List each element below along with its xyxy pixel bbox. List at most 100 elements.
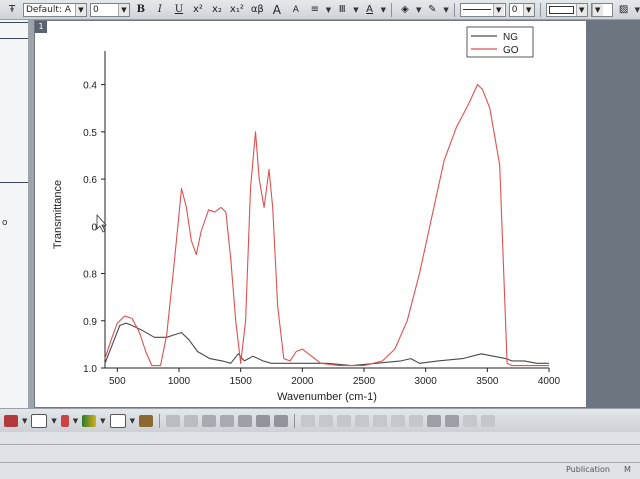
chevron-down-icon: ▼ <box>591 3 603 16</box>
align-center-icon[interactable] <box>318 414 333 427</box>
chevron-down-icon: ▼ <box>492 3 504 16</box>
y-tick-label: 1.0 <box>83 364 97 375</box>
ftir-chart: 500 1000 1500 2000 2500 3000 3500 4000 0.4 0.5 0.6… <box>52 26 561 403</box>
ungroup-icon[interactable] <box>444 414 459 427</box>
chevron-down-icon[interactable]: ▼ <box>353 6 358 14</box>
chevron-down-icon[interactable]: ▼ <box>130 417 135 425</box>
line-color-icon[interactable]: ✎ <box>424 3 440 17</box>
chevron-down-icon: ▼ <box>117 3 129 16</box>
y-tick-label: 0.6 <box>83 175 97 186</box>
workspace: 1 500 1000 1500 2000 2500 3000 3500 4000 0.4 0.5 0… <box>28 20 640 408</box>
layer-icon[interactable] <box>4 414 18 427</box>
grid-icon[interactable] <box>237 414 252 427</box>
graph-toolbar: ▼ ▼ ▼ ▼ ▼ <box>0 408 640 432</box>
x-axis-label: Wavenumber (cm-1) <box>277 391 377 403</box>
group-icon[interactable] <box>426 414 441 427</box>
status-divider <box>0 462 640 463</box>
layer-arrange-icon[interactable] <box>219 414 234 427</box>
toolbar-separator <box>539 2 541 17</box>
same-size-icon[interactable] <box>408 414 423 427</box>
status-tail: M <box>624 465 631 474</box>
chevron-down-icon[interactable]: ▼ <box>51 417 56 425</box>
graph-window[interactable]: 1 500 1000 1500 2000 2500 3000 3500 4000 0.4 0.5 0… <box>34 20 592 408</box>
scale-icon[interactable] <box>183 414 198 427</box>
box-icon[interactable] <box>138 414 153 427</box>
panel-divider <box>0 38 28 39</box>
align-top-icon[interactable] <box>354 414 369 427</box>
toolbar-separator <box>293 413 295 428</box>
distribute-icon[interactable] <box>390 414 405 427</box>
front-icon[interactable] <box>462 414 477 427</box>
subscript-button[interactable]: x₂ <box>209 3 225 17</box>
y-axis-label: Transmittance <box>52 180 64 249</box>
chevron-down-icon[interactable]: ▼ <box>416 6 421 14</box>
font-select-value: Default: A <box>26 4 71 15</box>
chevron-down-icon[interactable]: ▼ <box>73 417 78 425</box>
border-style-select[interactable]: ▼ <box>545 2 588 17</box>
superscript-button[interactable]: x² <box>190 3 206 17</box>
x-tick-label: 3500 <box>476 376 499 387</box>
chevron-down-icon[interactable]: ▼ <box>635 6 640 14</box>
chevron-down-icon[interactable]: ▼ <box>443 6 448 14</box>
align-right-icon[interactable] <box>336 414 351 427</box>
back-icon[interactable] <box>480 414 495 427</box>
border-width-select[interactable]: ▼ <box>590 2 613 17</box>
y-tick-label: 0.9 <box>83 317 97 328</box>
x-tick-label: 500 <box>109 376 126 387</box>
panel-divider <box>0 182 28 183</box>
chevron-down-icon[interactable]: ▼ <box>22 417 27 425</box>
line-width-select[interactable]: 0 ▼ <box>508 2 535 17</box>
chevron-down-icon[interactable]: ▼ <box>100 417 105 425</box>
matrix-icon[interactable] <box>273 414 288 427</box>
zoom-icon[interactable] <box>165 414 180 427</box>
left-panel: o <box>0 20 29 410</box>
align-icon[interactable]: ≡ <box>307 3 323 17</box>
align-left-icon[interactable] <box>300 414 315 427</box>
align-bottom-icon[interactable] <box>372 414 387 427</box>
x-tick-label: 1500 <box>230 376 253 387</box>
pattern-icon[interactable]: ▨ <box>616 3 632 17</box>
panel-glyph: o <box>2 218 8 228</box>
chevron-down-icon[interactable]: ▼ <box>326 6 331 14</box>
data-marker-icon[interactable] <box>60 414 69 427</box>
italic-button[interactable]: I <box>152 3 168 17</box>
font-select[interactable]: Default: A ▼ <box>23 2 87 17</box>
status-bar: Publication M <box>0 432 640 479</box>
x-tick-label: 3000 <box>415 376 438 387</box>
series-line-ng <box>104 322 549 367</box>
line-style-select[interactable]: ▼ <box>459 2 506 17</box>
panel-divider <box>0 22 28 23</box>
chevron-down-icon[interactable]: ▼ <box>381 6 386 14</box>
toolbar-separator <box>390 2 392 17</box>
chevron-down-icon: ▼ <box>522 3 534 16</box>
layer-stack-icon[interactable] <box>201 414 216 427</box>
legend-label: NG <box>503 32 518 43</box>
table-icon[interactable] <box>255 414 270 427</box>
x-tick-label: 2500 <box>353 376 376 387</box>
border-style-swatch <box>548 5 574 14</box>
shrink-font-button[interactable]: A <box>288 3 304 17</box>
y-tick-label: 0 <box>91 222 97 233</box>
x-tick-label: 1000 <box>168 376 191 387</box>
grow-font-button[interactable]: A <box>269 3 285 17</box>
fill-color-icon[interactable]: ◈ <box>397 3 413 17</box>
font-size-value: 0 <box>92 4 99 15</box>
font-size-select[interactable]: 0 ▼ <box>89 2 130 17</box>
graph-icon[interactable] <box>31 413 48 428</box>
status-divider <box>0 444 640 445</box>
right-panel <box>586 20 640 408</box>
y-tick-label: 0.8 <box>83 270 97 281</box>
chevron-down-icon: ▼ <box>575 3 587 16</box>
text-tool-icon[interactable]: Ŧ <box>4 3 20 17</box>
font-color-button[interactable]: A <box>362 3 378 17</box>
supsub-button[interactable]: x₁² <box>228 3 246 17</box>
color-map-icon[interactable] <box>82 414 97 427</box>
y-tick-label: 0.4 <box>83 81 97 92</box>
greek-button[interactable]: αβ <box>249 3 266 17</box>
frame-icon[interactable] <box>109 413 126 428</box>
underline-button[interactable]: U <box>171 3 187 17</box>
x-tick-label: 4000 <box>538 376 561 387</box>
chevron-down-icon: ▼ <box>74 3 86 16</box>
columns-icon[interactable]: Ⅲ <box>334 3 350 17</box>
bold-button[interactable]: B <box>133 3 149 17</box>
